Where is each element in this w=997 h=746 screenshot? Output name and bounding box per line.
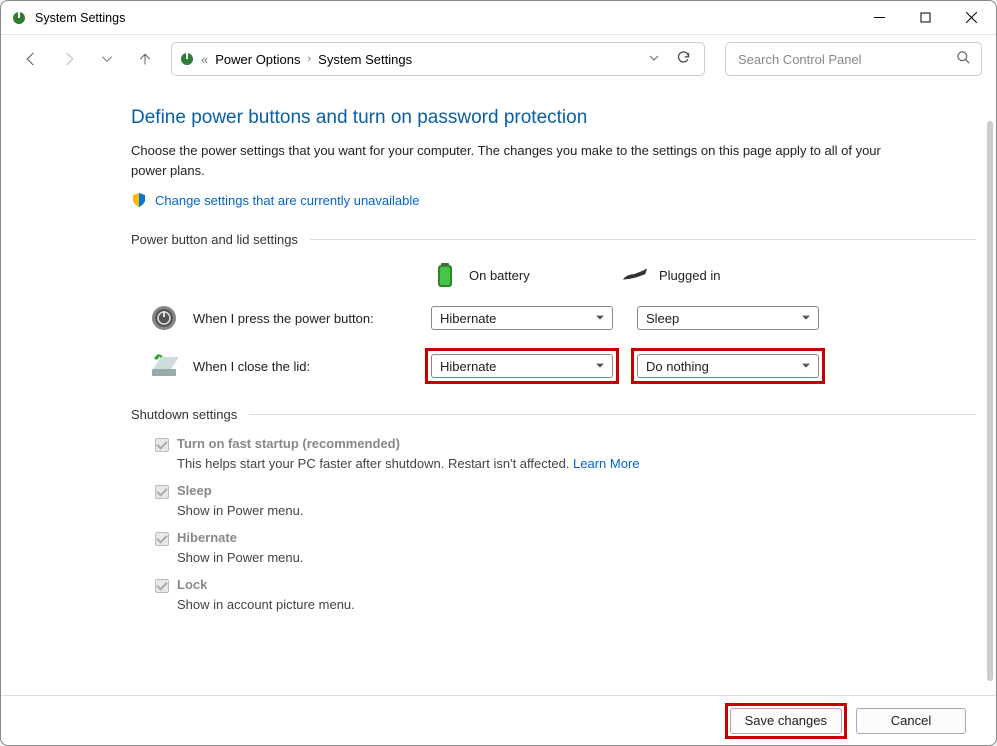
breadcrumb[interactable]: Power Options › System Settings <box>171 42 705 76</box>
power-button-row-label: When I press the power button: <box>193 311 374 326</box>
sleep-checkbox-row: Sleep <box>155 483 976 499</box>
refresh-button[interactable] <box>668 50 698 68</box>
change-settings-link[interactable]: Change settings that are currently unava… <box>155 193 420 208</box>
footer: Save changes Cancel <box>1 695 996 745</box>
breadcrumb-current[interactable]: System Settings <box>312 52 418 67</box>
window: System Settings Power Op <box>0 0 997 746</box>
lock-checkbox-row: Lock <box>155 577 976 593</box>
search-icon[interactable] <box>956 50 971 68</box>
battery-icon <box>431 261 459 289</box>
lock-checkbox[interactable] <box>155 579 169 593</box>
uac-shield-icon <box>131 192 147 208</box>
shutdown-settings-section-header: Shutdown settings <box>131 407 976 422</box>
hibernate-desc: Show in Power menu. <box>177 550 976 565</box>
close-lid-plugged-select[interactable]: Do nothing <box>637 354 819 378</box>
fast-startup-label: Turn on fast startup (recommended) <box>177 436 400 451</box>
fast-startup-desc: This helps start your PC faster after sh… <box>177 456 976 471</box>
scrollbar-icon[interactable] <box>987 121 993 681</box>
hibernate-checkbox-row: Hibernate <box>155 530 976 546</box>
fast-startup-checkbox-row: Turn on fast startup (recommended) <box>155 436 976 452</box>
sleep-checkbox[interactable] <box>155 485 169 499</box>
lock-label: Lock <box>177 577 207 592</box>
hibernate-label: Hibernate <box>177 530 237 545</box>
power-options-icon <box>178 50 196 68</box>
section-title: Power button and lid settings <box>131 232 298 247</box>
power-button-battery-select[interactable]: Hibernate <box>431 306 613 330</box>
breadcrumb-overflow-icon[interactable] <box>200 52 209 67</box>
titlebar: System Settings <box>1 1 996 35</box>
highlight: Do nothing <box>637 354 819 378</box>
back-button[interactable] <box>15 43 47 75</box>
power-button-plugged-select[interactable]: Sleep <box>637 306 819 330</box>
window-title: System Settings <box>35 11 125 25</box>
close-button[interactable] <box>948 2 994 34</box>
fast-startup-checkbox[interactable] <box>155 438 169 452</box>
sleep-label: Sleep <box>177 483 212 498</box>
search-input[interactable] <box>736 51 956 68</box>
power-button-lid-section-header: Power button and lid settings <box>131 232 976 247</box>
lid-icon <box>149 351 179 381</box>
highlight: Hibernate <box>431 354 613 378</box>
forward-button[interactable] <box>53 43 85 75</box>
plug-icon <box>621 261 649 289</box>
cancel-button[interactable]: Cancel <box>856 708 966 734</box>
sleep-desc: Show in Power menu. <box>177 503 976 518</box>
section-title: Shutdown settings <box>131 407 237 422</box>
chevron-down-icon[interactable] <box>640 52 668 67</box>
page-heading: Define power buttons and turn on passwor… <box>131 107 976 129</box>
minimize-button[interactable] <box>856 2 902 34</box>
power-options-icon <box>11 10 27 26</box>
breadcrumb-parent[interactable]: Power Options <box>209 52 306 67</box>
content: Define power buttons and turn on passwor… <box>1 83 996 695</box>
save-changes-button[interactable]: Save changes <box>730 708 842 734</box>
close-lid-battery-select[interactable]: Hibernate <box>431 354 613 378</box>
on-battery-column-header: On battery <box>431 261 621 289</box>
highlight: Save changes <box>730 708 842 734</box>
toolbar: Power Options › System Settings <box>1 35 996 83</box>
maximize-button[interactable] <box>902 2 948 34</box>
power-button-icon <box>149 303 179 333</box>
recent-locations-button[interactable] <box>91 43 123 75</box>
hibernate-checkbox[interactable] <box>155 532 169 546</box>
up-button[interactable] <box>129 43 161 75</box>
lock-desc: Show in account picture menu. <box>177 597 976 612</box>
close-lid-row-label: When I close the lid: <box>193 359 310 374</box>
page-subtitle: Choose the power settings that you want … <box>131 141 891 180</box>
learn-more-link[interactable]: Learn More <box>573 456 639 471</box>
plugged-in-column-header: Plugged in <box>621 261 811 289</box>
search-bar[interactable] <box>725 42 982 76</box>
